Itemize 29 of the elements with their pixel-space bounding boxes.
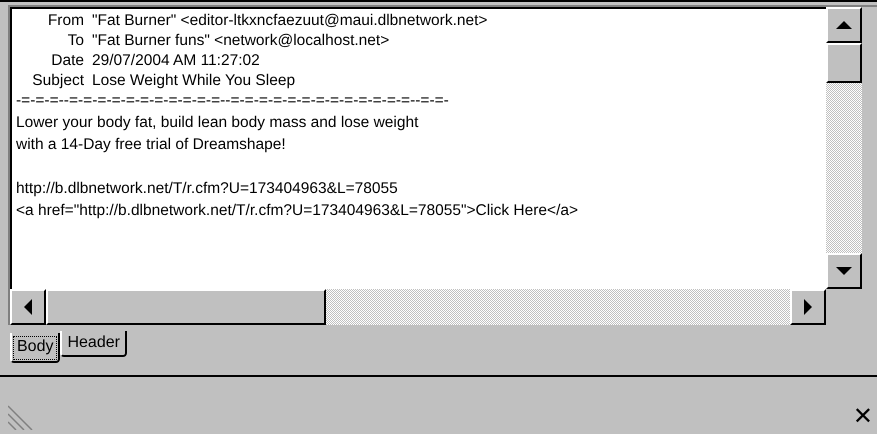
horizontal-scrollbar[interactable] — [10, 289, 826, 325]
header-label: Subject — [31, 71, 84, 91]
header-label: From — [46, 11, 84, 31]
scroll-thumb[interactable] — [826, 43, 862, 83]
header-label: Date — [50, 51, 84, 71]
header-value: 29/07/2004 AM 11:27:02 — [92, 51, 260, 71]
header-value: "Fat Burner" <editor-ltkxncfaezuut@maui.dlbnetwork.net> — [92, 11, 488, 31]
body-line: http://b.dlbnetwork.net/T/r.cfm?U=173404963&L=78055 — [16, 179, 399, 199]
header-value: Lose Weight While You Sleep — [92, 71, 296, 91]
vertical-scrollbar[interactable] — [826, 7, 862, 289]
body-line: Lower your body fat, build lean body mass and lose weight — [16, 113, 420, 133]
up-triangle-icon — [836, 19, 852, 31]
message-text-area[interactable] — [10, 7, 826, 289]
scroll-up-button[interactable] — [826, 7, 862, 43]
close-button[interactable]: ✕ — [852, 402, 873, 430]
tab[interactable]: Body — [10, 333, 60, 363]
left-triangle-icon — [22, 299, 34, 315]
scroll-thumb[interactable] — [46, 289, 326, 325]
scroll-down-button[interactable] — [826, 253, 862, 289]
header-label: To — [66, 31, 84, 51]
scroll-left-button[interactable] — [10, 289, 46, 325]
divider-text: -=-=-=--=-=-=-=-=-=-=-=-=-=-=--=-=-=-=-=-=-=-=-=-=-=-=-=--=-=- — [16, 91, 450, 111]
right-triangle-icon — [802, 299, 814, 315]
header-value: "Fat Burner funs" <network@localhost.net> — [92, 31, 390, 51]
tab[interactable]: Header — [60, 331, 127, 357]
body-line: with a 14-Day free trial of Dreamshape! — [16, 135, 287, 155]
down-triangle-icon — [836, 265, 852, 277]
scroll-right-button[interactable] — [790, 289, 826, 325]
body-line: <a href="http://b.dlbnetwork.net/T/r.cfm?U=173404963&L=78055">Click Here</a> — [16, 201, 580, 221]
